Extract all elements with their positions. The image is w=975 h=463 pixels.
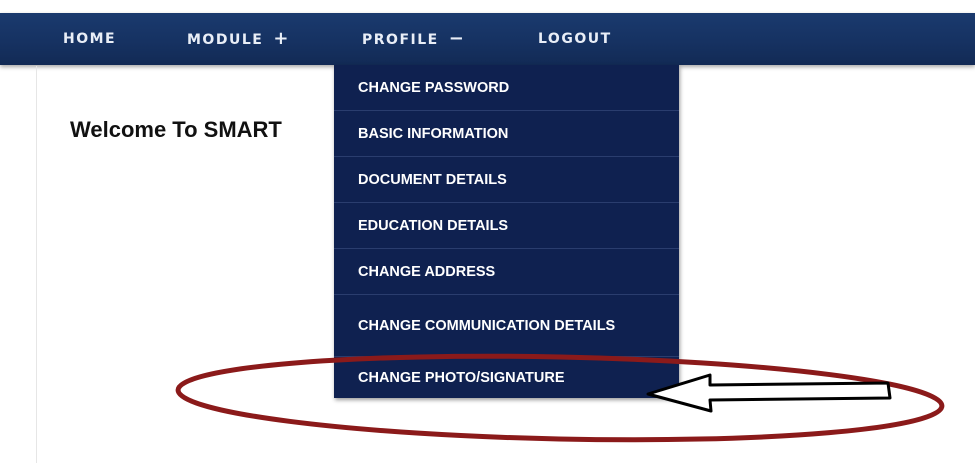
nav-logout[interactable]: LOGOUT (538, 13, 612, 65)
nav-module-label: MODULE (187, 32, 264, 48)
menu-item-document-details[interactable]: DOCUMENT DETAILS (334, 157, 679, 203)
top-navbar: HOME MODULE + PROFILE − LOGOUT (0, 13, 975, 65)
menu-item-change-communication-details[interactable]: CHANGE COMMUNICATION DETAILS (334, 295, 679, 357)
content-divider (36, 66, 37, 463)
menu-item-basic-information[interactable]: BASIC INFORMATION (334, 111, 679, 157)
menu-item-change-address[interactable]: CHANGE ADDRESS (334, 249, 679, 295)
nav-profile-label: PROFILE (362, 32, 439, 48)
menu-item-change-password[interactable]: CHANGE PASSWORD (334, 65, 679, 111)
menu-item-education-details[interactable]: EDUCATION DETAILS (334, 203, 679, 249)
welcome-heading: Welcome To SMART (70, 117, 282, 142)
minus-icon: − (448, 28, 464, 49)
nav-module[interactable]: MODULE + (187, 13, 288, 65)
plus-icon: + (273, 28, 289, 49)
left-arrow-icon (646, 373, 892, 413)
nav-home[interactable]: HOME (63, 13, 116, 65)
menu-item-change-photo-signature[interactable]: CHANGE PHOTO/SIGNATURE (334, 357, 679, 398)
nav-profile[interactable]: PROFILE − (362, 13, 464, 65)
profile-dropdown-menu: CHANGE PASSWORD BASIC INFORMATION DOCUME… (334, 65, 679, 398)
